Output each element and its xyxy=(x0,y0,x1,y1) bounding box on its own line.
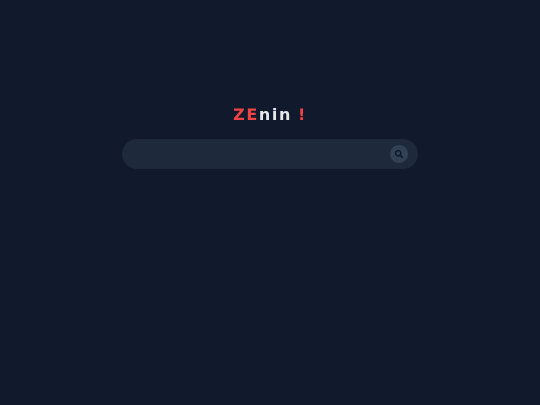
search-button[interactable] xyxy=(390,145,408,163)
brand-logo: ZEnin! xyxy=(0,104,540,126)
logo-exclamation: ! xyxy=(297,105,307,124)
logo-part-nin: nin xyxy=(258,105,292,124)
logo-part-ze: ZE xyxy=(233,105,259,124)
search-input[interactable] xyxy=(122,139,380,169)
page: ZEnin! xyxy=(0,0,540,405)
search-icon xyxy=(394,149,404,159)
search-bar xyxy=(122,139,418,169)
